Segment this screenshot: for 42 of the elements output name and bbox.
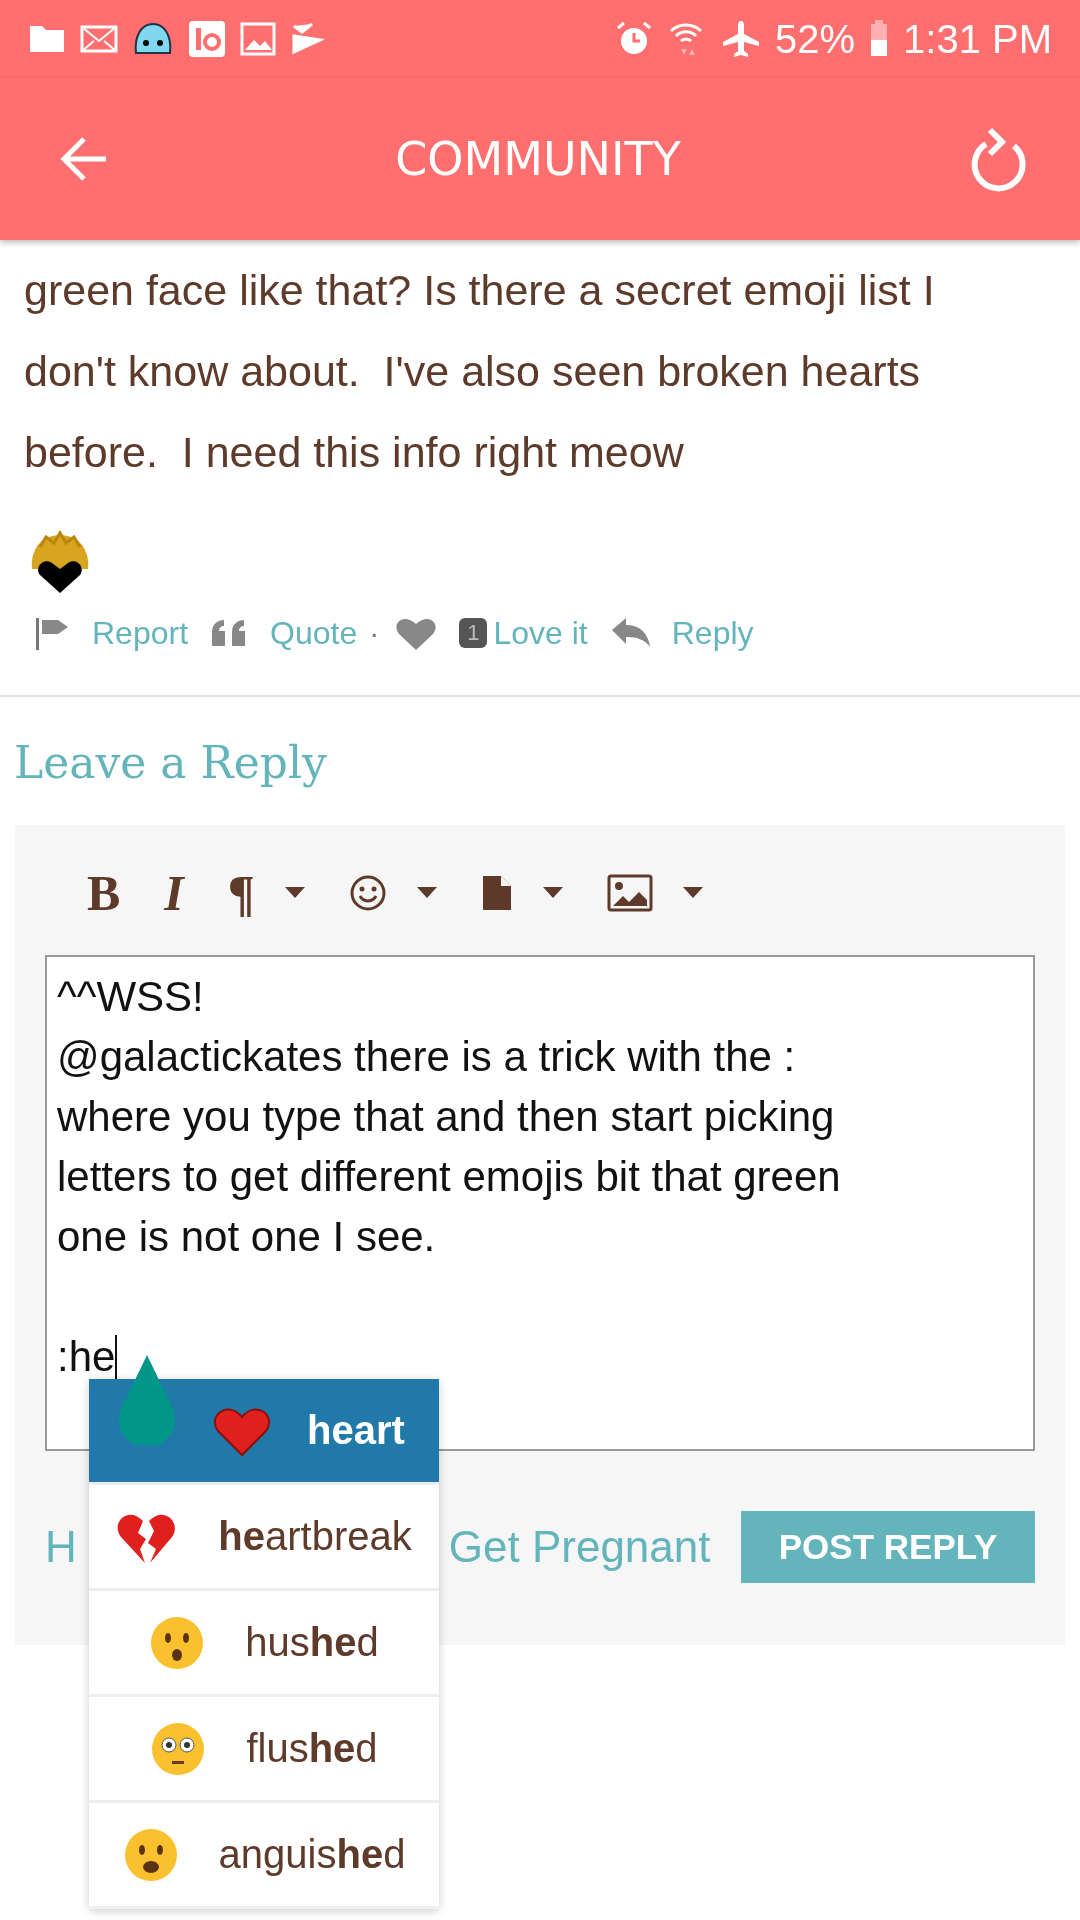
- back-arrow-icon[interactable]: [60, 136, 108, 182]
- editor-text-line: where you type that and then start picking: [57, 1092, 836, 1142]
- emoji-suggestion[interactable]: flushed: [89, 1697, 439, 1803]
- blob-icon: [132, 21, 174, 57]
- caret-icon[interactable]: [284, 887, 305, 899]
- editor-text-line: @galactickates there is a trick with the :: [57, 1032, 797, 1082]
- flag-icon: [34, 616, 70, 650]
- caret-icon[interactable]: [542, 887, 563, 899]
- face-emoji-icon: [149, 1614, 206, 1671]
- heart-icon: [395, 616, 438, 650]
- caret-icon[interactable]: [682, 887, 703, 899]
- face-emoji-icon: [150, 1720, 207, 1777]
- emoji-suggestion[interactable]: hushed: [89, 1591, 439, 1697]
- emoji-suggestion[interactable]: heartbreak: [89, 1485, 439, 1591]
- image-icon[interactable]: [606, 874, 653, 912]
- caret-icon[interactable]: [416, 887, 437, 899]
- editor-text-line: ^^WSS!: [57, 972, 205, 1022]
- app-title: COMMUNITY: [395, 132, 681, 186]
- reply-arrow-icon: [611, 618, 650, 648]
- smiley-icon[interactable]: [348, 874, 387, 912]
- folder-icon: [28, 24, 66, 54]
- emoji-suggestion[interactable]: heart: [89, 1379, 439, 1485]
- editor-text-line: letters to get different emojis bit that green: [57, 1152, 842, 1202]
- editor-text-line: one is not one I see.: [57, 1212, 437, 1262]
- face-emoji-icon: [122, 1826, 179, 1883]
- format-button[interactable]: I: [164, 864, 184, 922]
- section-heading: Leave a Reply: [14, 737, 328, 790]
- text-selection-handle[interactable]: [117, 1355, 177, 1445]
- airplane-icon: [720, 19, 761, 59]
- emoji-suggestion[interactable]: anguished: [89, 1803, 439, 1909]
- battery-percent: 52%: [774, 16, 856, 62]
- app-icon: [188, 20, 226, 58]
- mail-icon: [80, 25, 118, 53]
- image-icon: [240, 22, 276, 56]
- separator-dot: ·: [369, 616, 380, 650]
- count-badge: 1: [459, 618, 488, 648]
- post-text: green face like that? Is there a secret emoji list I don't know about. I've also seen broken hearts before. I need this info right meow: [23, 265, 936, 478]
- file-icon[interactable]: [480, 874, 513, 912]
- battery-icon: [869, 20, 890, 58]
- format-button[interactable]: ¶: [227, 864, 255, 922]
- format-button[interactable]: B: [87, 864, 121, 922]
- clock-time: 1:31 PM: [903, 16, 1052, 62]
